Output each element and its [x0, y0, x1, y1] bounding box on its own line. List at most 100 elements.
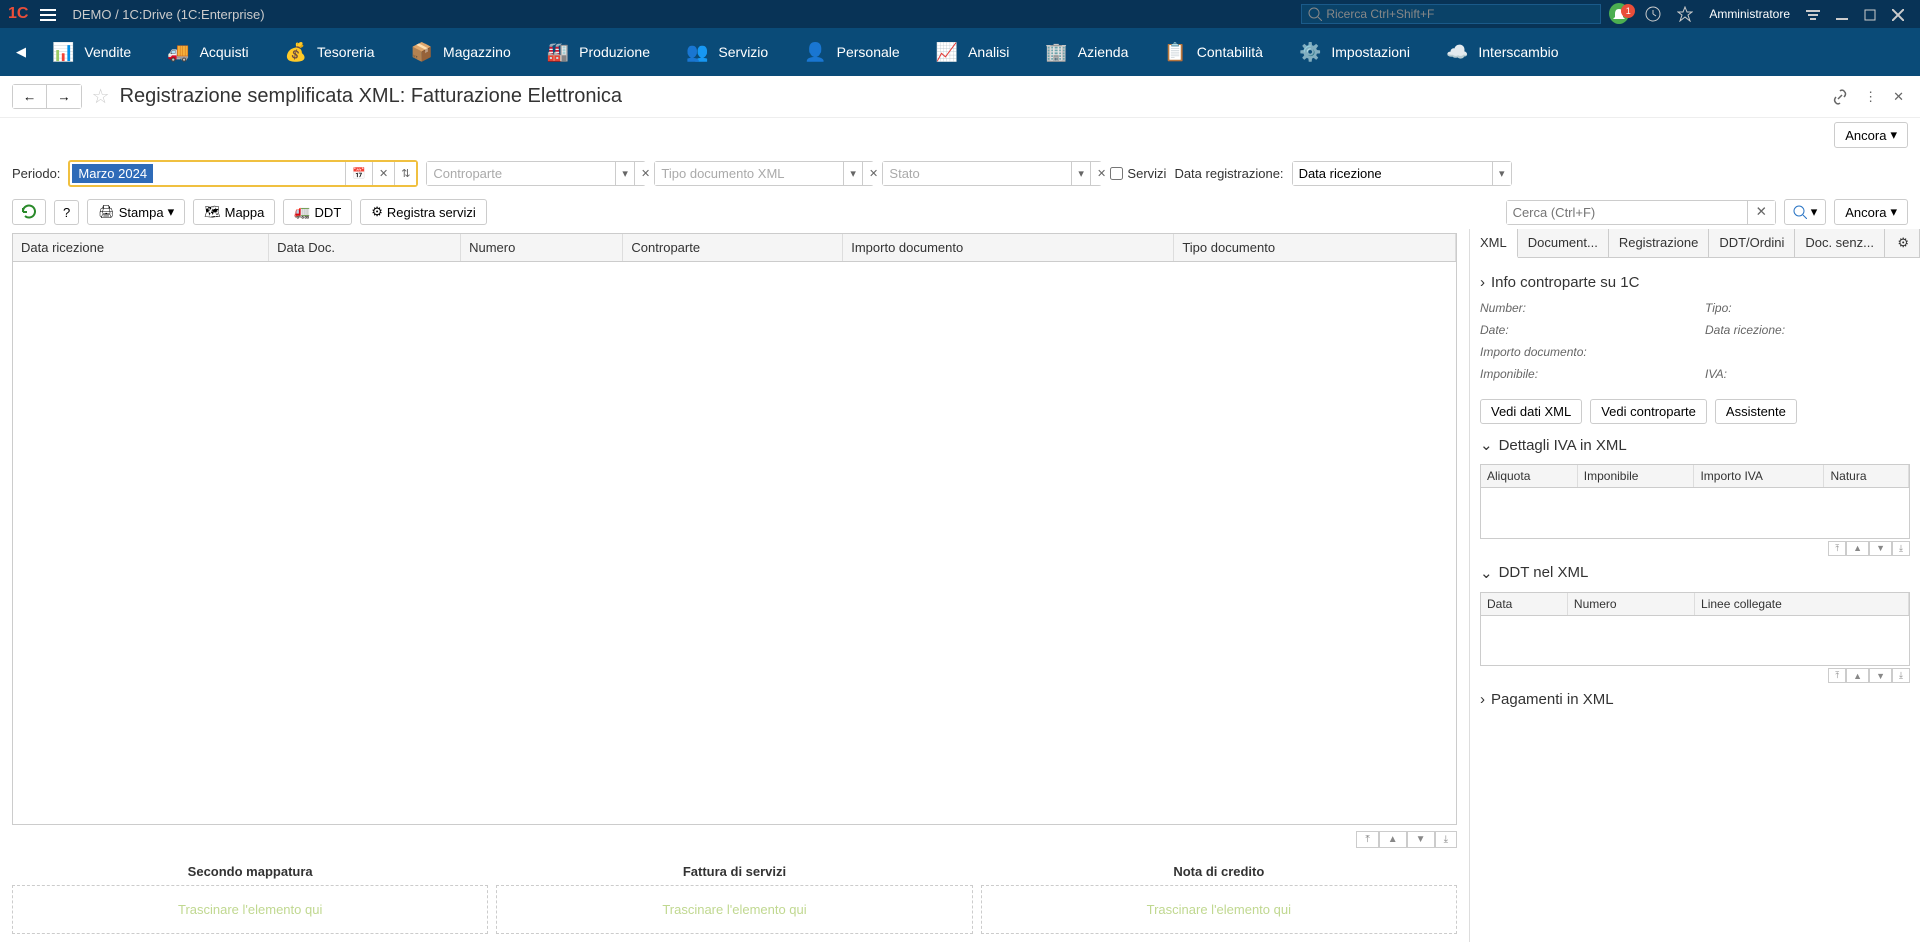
ddt-table[interactable]: DataNumeroLinee collegate [1480, 592, 1910, 667]
column-header[interactable]: Data ricezione [13, 234, 269, 262]
ancora-button[interactable]: Ancora ▾ [1834, 122, 1908, 148]
tab-document[interactable]: Document... [1518, 229, 1609, 257]
close-icon[interactable] [1884, 7, 1912, 22]
go-up-icon[interactable]: ▲ [1846, 668, 1869, 683]
dropzone[interactable]: Nota di creditoTrascinare l'elemento qui [981, 858, 1457, 934]
table-search-field[interactable] [1507, 201, 1747, 224]
column-header[interactable]: Importo IVA [1694, 465, 1824, 488]
servizi-checkbox[interactable] [1110, 167, 1123, 180]
go-down-icon[interactable]: ▼ [1869, 668, 1892, 683]
vedi-dati-xml-button[interactable]: Vedi dati XML [1480, 399, 1582, 424]
clear-icon[interactable]: ✕ [372, 162, 394, 185]
stato-input[interactable]: ▾ ✕ [882, 161, 1102, 186]
column-header[interactable]: Numero [461, 234, 623, 262]
global-search[interactable]: Ricerca Ctrl+Shift+F [1301, 4, 1601, 24]
calendar-icon[interactable]: 📅 [345, 162, 372, 185]
go-first-icon[interactable]: ⤒ [1828, 541, 1846, 556]
nav-item-analisi[interactable]: 📈Analisi [918, 28, 1028, 76]
controparte-field[interactable] [427, 162, 615, 185]
notifications-button[interactable]: 1 [1601, 6, 1637, 22]
column-header[interactable]: Data Doc. [269, 234, 461, 262]
column-header[interactable]: Numero [1567, 593, 1694, 616]
spinner-icon[interactable]: ⇅ [394, 162, 416, 185]
dropdown-icon[interactable]: ▾ [1071, 162, 1090, 185]
nav-item-impostazioni[interactable]: ⚙️Impostazioni [1281, 28, 1428, 76]
close-page-icon[interactable]: ✕ [1889, 85, 1908, 109]
go-down-icon[interactable]: ▼ [1869, 541, 1892, 556]
tipo-documento-input[interactable]: ▾ ✕ [654, 161, 874, 186]
go-up-icon[interactable]: ▲ [1379, 831, 1407, 848]
minimize-icon[interactable] [1828, 7, 1856, 22]
stato-field[interactable] [883, 162, 1071, 185]
nav-item-azienda[interactable]: 🏢Azienda [1027, 28, 1146, 76]
clear-search-icon[interactable]: ✕ [1747, 201, 1775, 224]
info-controparte-header[interactable]: › Info controparte su 1C [1480, 268, 1910, 297]
hamburger-icon[interactable] [40, 6, 56, 22]
nav-item-tesoreria[interactable]: 💰Tesoreria [267, 28, 393, 76]
mappa-button[interactable]: 🗺 Mappa [193, 199, 275, 225]
dropzone[interactable]: Secondo mappaturaTrascinare l'elemento q… [12, 858, 488, 934]
main-table[interactable]: Data ricezioneData Doc.NumeroControparte… [12, 233, 1457, 825]
search-options-button[interactable]: ▾ [1784, 199, 1827, 225]
user-label[interactable]: Amministratore [1701, 7, 1798, 21]
stampa-button[interactable]: 🖨 Stampa ▾ [87, 199, 185, 225]
data-registrazione-input[interactable]: ▾ [1292, 161, 1512, 186]
nav-item-vendite[interactable]: 📊Vendite [34, 28, 149, 76]
more-icon[interactable]: ⋮ [1860, 85, 1881, 109]
column-header[interactable]: Tipo documento [1174, 234, 1456, 262]
clear-icon[interactable]: ✕ [1090, 162, 1112, 185]
column-header[interactable]: Linee collegate [1695, 593, 1909, 616]
history-icon[interactable] [1637, 6, 1669, 23]
nav-item-personale[interactable]: 👤Personale [786, 28, 917, 76]
dropdown-icon[interactable]: ▾ [843, 162, 862, 185]
go-first-icon[interactable]: ⤒ [1828, 668, 1846, 683]
go-last-icon[interactable]: ⤓ [1892, 668, 1910, 683]
nav-item-servizio[interactable]: 👥Servizio [668, 28, 786, 76]
assistente-button[interactable]: Assistente [1715, 399, 1797, 424]
dropdown-icon[interactable]: ▾ [1492, 162, 1511, 185]
settings-icon[interactable] [1798, 6, 1828, 22]
tab-settings-icon[interactable]: ⚙ [1887, 229, 1920, 257]
dropzone[interactable]: Fattura di serviziTrascinare l'elemento … [496, 858, 972, 934]
maximize-icon[interactable] [1856, 7, 1884, 22]
tipo-documento-field[interactable] [655, 162, 843, 185]
help-button[interactable]: ? [54, 200, 79, 225]
periodo-input[interactable]: Marzo 2024 📅 ✕ ⇅ [68, 160, 418, 187]
tab-ddtordini[interactable]: DDT/Ordini [1709, 229, 1795, 257]
go-first-icon[interactable]: ⤒ [1356, 831, 1378, 848]
clear-icon[interactable]: ✕ [634, 162, 656, 185]
nav-item-magazzino[interactable]: 📦Magazzino [393, 28, 529, 76]
favorite-icon[interactable] [1669, 6, 1701, 23]
go-last-icon[interactable]: ⤓ [1435, 831, 1457, 848]
dropdown-icon[interactable]: ▾ [615, 162, 634, 185]
table-search[interactable]: ✕ [1506, 200, 1776, 225]
link-icon[interactable] [1828, 84, 1852, 109]
back-button[interactable]: ← [13, 85, 47, 108]
favorite-star-icon[interactable]: ☆ [92, 84, 110, 109]
nav-item-interscambio[interactable]: ☁️Interscambio [1428, 28, 1577, 76]
column-header[interactable]: Aliquota [1481, 465, 1577, 488]
refresh-button[interactable] [12, 199, 46, 225]
column-header[interactable]: Importo documento [843, 234, 1174, 262]
vedi-controparte-button[interactable]: Vedi controparte [1590, 399, 1707, 424]
go-up-icon[interactable]: ▲ [1846, 541, 1869, 556]
nav-item-produzione[interactable]: 🏭Produzione [529, 28, 668, 76]
data-registrazione-field[interactable] [1293, 162, 1492, 185]
dettagli-iva-header[interactable]: ⌄ Dettagli IVA in XML [1480, 430, 1910, 460]
tab-registrazione[interactable]: Registrazione [1609, 229, 1710, 257]
registra-servizi-button[interactable]: ⚙ Registra servizi [360, 199, 487, 225]
column-header[interactable]: Data [1481, 593, 1567, 616]
go-last-icon[interactable]: ⤓ [1892, 541, 1910, 556]
nav-item-acquisti[interactable]: 🚚Acquisti [149, 28, 266, 76]
iva-table[interactable]: AliquotaImponibileImporto IVANatura [1480, 464, 1910, 539]
nav-back-icon[interactable]: ◀ [8, 44, 34, 60]
controparte-input[interactable]: ▾ ✕ [426, 161, 646, 186]
ddt-header[interactable]: ⌄ DDT nel XML [1480, 558, 1910, 588]
go-down-icon[interactable]: ▼ [1407, 831, 1435, 848]
column-header[interactable]: Imponibile [1577, 465, 1694, 488]
tab-docsenz[interactable]: Doc. senz... [1795, 229, 1885, 257]
column-header[interactable]: Controparte [623, 234, 843, 262]
nav-item-contabilità[interactable]: 📋Contabilità [1146, 28, 1281, 76]
column-header[interactable]: Natura [1824, 465, 1909, 488]
tab-xml[interactable]: XML [1470, 229, 1518, 258]
